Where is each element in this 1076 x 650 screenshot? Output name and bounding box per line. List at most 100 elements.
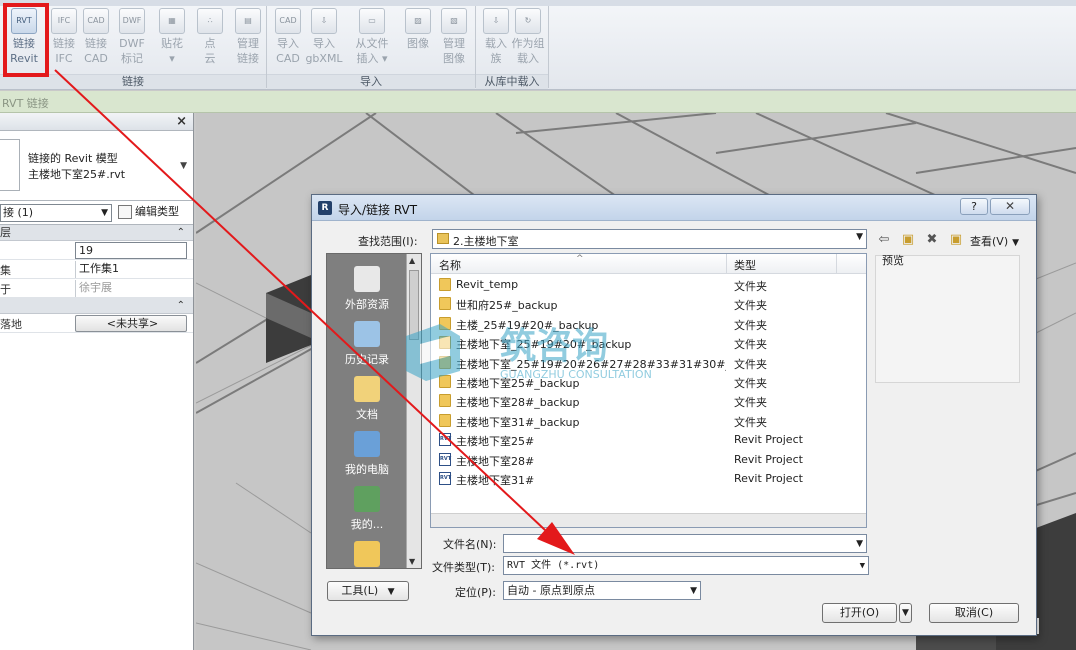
property-name: 于	[0, 283, 11, 296]
column-header-name[interactable]: 名称	[439, 257, 461, 273]
file-type: 文件夹	[734, 280, 767, 293]
file-row[interactable]: 主楼地下室_25#19#20#26#27#28#33#31#30#_backup…	[431, 353, 866, 372]
property-value[interactable]: 工作集1	[75, 261, 187, 278]
column-divider[interactable]	[836, 254, 837, 274]
up-folder-icon[interactable]: ▣	[900, 232, 916, 247]
file-type: Revit Project	[734, 452, 803, 466]
scrollbar-thumb[interactable]	[409, 270, 419, 340]
property-row: 落地 <未共享>	[0, 314, 193, 333]
column-divider[interactable]	[726, 254, 727, 274]
file-type-select[interactable]: RVT 文件 (*.rvt) ▼	[503, 556, 869, 575]
file-type: Revit Project	[734, 433, 803, 447]
place-item[interactable]: 外部资源	[327, 266, 407, 312]
scroll-down-icon[interactable]: ▼	[409, 557, 415, 566]
view-menu-button[interactable]: 查看(V) ▼	[970, 233, 1019, 249]
file-row[interactable]: 世和府25#_backup 文件夹	[431, 294, 866, 313]
revit-file-icon: RVT	[439, 452, 451, 466]
properties-palette: × 链接的 Revit 模型 主楼地下室25#.rvt ▼ 接 (1) ▼ 编辑…	[0, 113, 194, 650]
ribbon-button[interactable]: ▨ 图像	[398, 8, 438, 72]
ribbon-button-label: 贴花	[161, 37, 183, 50]
file-list-header: 名称 ^ 类型	[431, 254, 866, 274]
chevron-down-icon: ▼	[387, 587, 395, 597]
type-selector[interactable]: 链接的 Revit 模型 主楼地下室25#.rvt ▼	[0, 131, 193, 201]
help-button[interactable]: ?	[960, 198, 988, 215]
cancel-button[interactable]: 取消(C)	[929, 603, 1019, 623]
file-name: 主楼地下室31#	[456, 474, 535, 487]
ribbon-button-label: 管理	[443, 37, 465, 50]
property-row: 于 徐宇展	[0, 279, 193, 298]
place-item[interactable]	[327, 541, 407, 571]
ribbon-button[interactable]: CAD 导入 CAD	[268, 8, 308, 72]
file-row[interactable]: RVT 主楼地下室28# Revit Project	[431, 450, 866, 469]
column-header-type[interactable]: 类型	[734, 257, 756, 273]
ribbon-button[interactable]: ↻ 作为组 载入	[508, 8, 548, 72]
ribbon-button[interactable]: ⇩ 导入 gbXML	[304, 8, 344, 72]
panel-title-load-from-library: 从库中载入	[476, 74, 548, 89]
revit-file-icon: RVT	[439, 433, 451, 447]
file-list[interactable]: 名称 ^ 类型 Revit_temp 文件夹 世和府25#_backup 文件夹 主楼_…	[430, 253, 867, 528]
file-name-input[interactable]: ▼	[503, 534, 867, 553]
file-row[interactable]: 主楼_25#19#20#_backup 文件夹	[431, 314, 866, 333]
file-row[interactable]: 主楼地下室31#_backup 文件夹	[431, 411, 866, 430]
ribbon-button-icon: ▤	[235, 8, 261, 34]
place-item[interactable]: 我的电脑	[327, 431, 407, 477]
new-folder-icon[interactable]: ▣	[948, 232, 964, 247]
panel-title-import: 导入	[267, 74, 475, 89]
ribbon-button[interactable]: ▤ 管理 链接	[228, 8, 268, 72]
back-arrow-icon[interactable]: ⇦	[876, 232, 892, 247]
chevron-down-icon: ▼	[101, 208, 108, 218]
ribbon-button[interactable]: ∴ 点云	[190, 8, 230, 72]
ribbon-button-label: 点	[204, 37, 216, 50]
open-options-dropdown[interactable]: ▼	[899, 603, 912, 623]
file-row[interactable]: RVT 主楼地下室25# Revit Project	[431, 430, 866, 449]
chevron-down-icon[interactable]: ▼	[180, 161, 187, 171]
edit-type-button[interactable]: 编辑类型	[118, 204, 179, 222]
file-row[interactable]: 主楼地下室_25#19#20#_backup 文件夹	[431, 333, 866, 352]
file-row[interactable]: 主楼地下室28#_backup 文件夹	[431, 391, 866, 410]
property-group[interactable]: 层 ⌃	[0, 225, 193, 241]
ribbon-button-label: 导入	[313, 37, 335, 50]
file-row[interactable]: RVT 主楼地下室31# Revit Project	[431, 469, 866, 488]
ribbon-button-label: CAD	[276, 52, 300, 65]
ribbon-button[interactable]: ▭ 从文件 插入 ▾	[352, 8, 392, 72]
file-type: 文件夹	[734, 396, 767, 410]
shared-site-button[interactable]: <未共享>	[75, 315, 187, 332]
look-in-select[interactable]: 2.主楼地下室 ▼	[432, 229, 867, 249]
ribbon-button-icon: DWF	[119, 8, 145, 34]
property-value-input[interactable]: 19	[75, 242, 187, 259]
folder-icon	[439, 297, 451, 311]
tools-button[interactable]: 工具(L) ▼	[327, 581, 409, 601]
ribbon-button[interactable]: ▧ 管理 图像	[434, 8, 474, 72]
places-scrollbar[interactable]: ▲ ▼	[406, 254, 421, 568]
place-item[interactable]: 我的...	[327, 486, 407, 532]
open-button[interactable]: 打开(O)	[822, 603, 897, 623]
close-icon[interactable]: ×	[176, 114, 187, 129]
horizontal-scrollbar[interactable]	[431, 513, 866, 527]
look-in-label: 查找范围(I):	[358, 235, 418, 248]
place-item[interactable]: 文档	[327, 376, 407, 422]
revit-logo-icon: R	[318, 201, 332, 215]
property-group-label: 层	[0, 226, 11, 239]
ribbon-button[interactable]: ▦ 贴花 ▾	[152, 8, 192, 72]
preview-pane	[875, 255, 1020, 383]
properties-header: ×	[0, 113, 193, 131]
place-item[interactable]: 历史记录	[327, 321, 407, 367]
property-value: 徐宇展	[75, 280, 187, 297]
ribbon-button[interactable]: CAD 链接 CAD	[76, 8, 116, 72]
positioning-select[interactable]: 自动 - 原点到原点 ▼	[503, 581, 701, 600]
folder-icon	[439, 316, 451, 330]
property-group[interactable]: ⌃	[0, 298, 193, 314]
place-icon	[354, 486, 380, 512]
file-row[interactable]: Revit_temp 文件夹	[431, 275, 866, 294]
close-button[interactable]: ✕	[990, 198, 1030, 215]
scroll-up-icon[interactable]: ▲	[409, 256, 415, 265]
ribbon-button-label: DWF	[119, 37, 145, 50]
ribbon-button[interactable]: DWF DWF 标记	[112, 8, 152, 72]
instance-filter-select[interactable]: 接 (1) ▼	[0, 204, 112, 222]
folder-icon	[439, 394, 451, 408]
property-name: 落地	[0, 318, 22, 331]
delete-icon[interactable]: ✖	[924, 232, 940, 247]
dialog-title-bar[interactable]: R 导入/链接 RVT ? ✕	[312, 195, 1036, 221]
type-file-name: 主楼地下室25#.rvt	[28, 168, 126, 181]
file-row[interactable]: 主楼地下室25#_backup 文件夹	[431, 372, 866, 391]
